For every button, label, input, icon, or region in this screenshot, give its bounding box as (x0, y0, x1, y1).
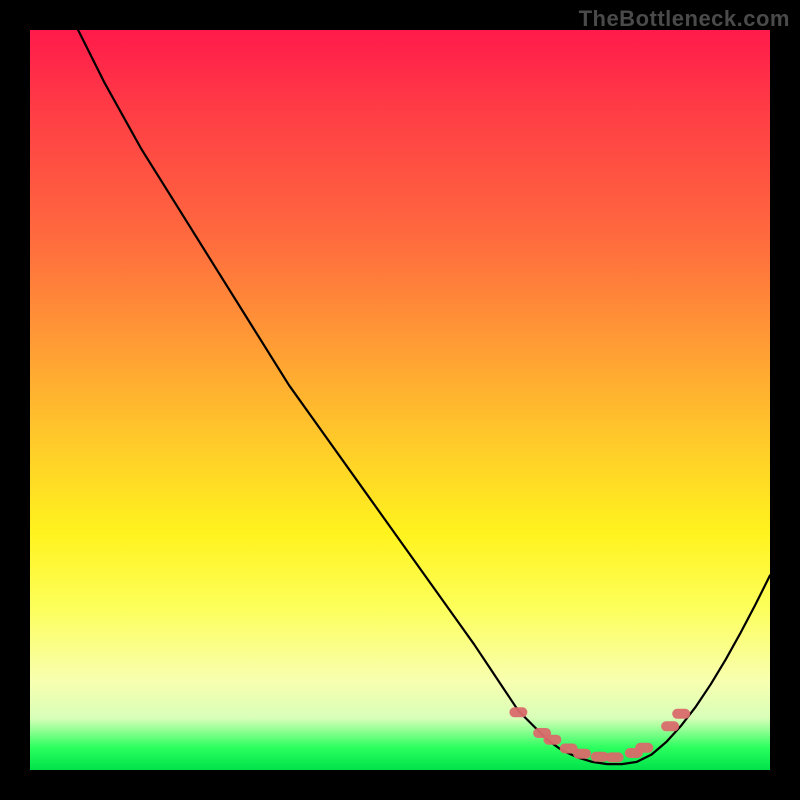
watermark-text: TheBottleneck.com (579, 6, 790, 32)
plot-area (30, 30, 770, 770)
curve-marker (661, 721, 679, 731)
curve-marker (573, 749, 591, 759)
curve-marker (543, 735, 561, 745)
bottleneck-curve (30, 0, 770, 764)
curve-marker (672, 709, 690, 719)
marker-group (509, 707, 690, 762)
curve-marker (606, 752, 624, 762)
curve-overlay (30, 30, 770, 770)
curve-marker (509, 707, 527, 717)
curve-marker (635, 743, 653, 753)
chart-frame: TheBottleneck.com (0, 0, 800, 800)
